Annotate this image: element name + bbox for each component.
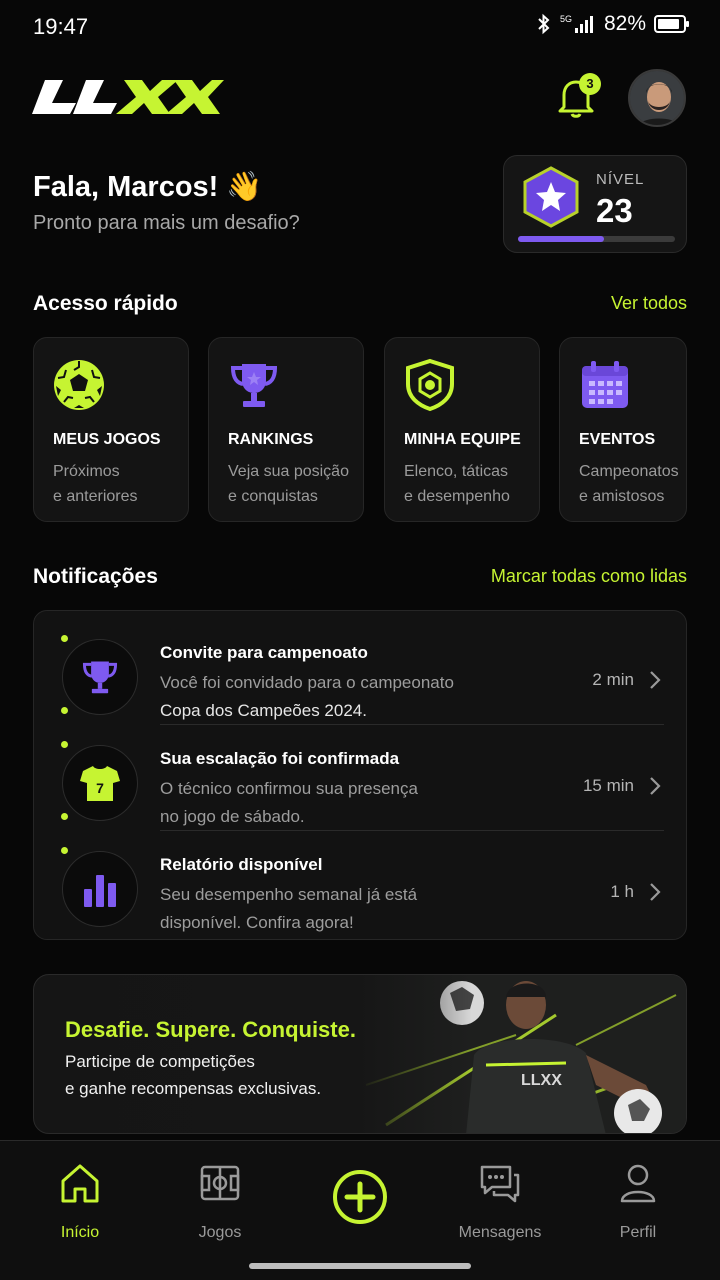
bottom-navigation: Início Jogos Mensagens Perfil xyxy=(0,1140,720,1280)
notification-title: Relatório disponível xyxy=(160,855,323,874)
level-progress-bar xyxy=(518,236,675,242)
battery-percent: 82% xyxy=(603,12,646,35)
unread-dot xyxy=(61,635,68,642)
signal-icon xyxy=(574,16,593,33)
status-time: 19:47 xyxy=(33,14,89,39)
quick-access-my-games[interactable]: MEUS JOGOS Próximos e anteriores xyxy=(33,337,189,522)
notification-item[interactable]: 7 Sua escalação foi confirmada O técnico… xyxy=(34,725,688,831)
notification-title: Convite para campenoato xyxy=(160,643,368,662)
nav-label: Jogos xyxy=(198,1224,242,1241)
nav-label: Início xyxy=(60,1224,100,1241)
unread-dot xyxy=(61,741,68,748)
shield-icon xyxy=(406,358,454,412)
add-circle-icon[interactable] xyxy=(332,1169,388,1225)
notification-text: Você foi convidado para o campeonato Cop… xyxy=(160,673,454,720)
notification-time: 1 h xyxy=(610,882,634,901)
quick-access-label: MINHA EQUIPE xyxy=(404,431,521,448)
greeting-title: Fala, Marcos! 👋 xyxy=(33,171,263,203)
status-icons: 5G 82% xyxy=(536,12,690,36)
notification-count-badge: 3 xyxy=(579,73,601,95)
trophy-icon xyxy=(82,661,118,694)
level-value: 23 xyxy=(596,192,633,229)
network-indicator: 5G xyxy=(560,14,596,34)
notifications-panel: Convite para campenoato Você foi convida… xyxy=(33,610,687,940)
quick-access-my-team[interactable]: MINHA EQUIPE Elenco, táticas e desempenh… xyxy=(384,337,540,522)
promo-title: Desafie. Supere. Conquiste. xyxy=(65,1017,356,1042)
calendar-icon xyxy=(582,361,628,408)
level-card[interactable]: NÍVEL 23 xyxy=(503,155,687,253)
quick-access-description: Elenco, táticas e desempenho xyxy=(404,463,510,505)
chat-icon xyxy=(480,1165,520,1203)
home-icon xyxy=(61,1164,99,1203)
field-icon xyxy=(200,1165,240,1201)
promo-subtitle: Participe de competições e ganhe recompe… xyxy=(65,1052,322,1098)
notification-time: 15 min xyxy=(582,776,634,795)
bar-chart-icon xyxy=(84,875,116,907)
soccer-ball-icon xyxy=(54,360,104,410)
battery-icon xyxy=(654,15,689,33)
notification-text: O técnico confirmou sua presença no jogo… xyxy=(160,779,418,826)
nav-label: Perfil xyxy=(619,1224,657,1241)
quick-access-label: MEUS JOGOS xyxy=(53,431,161,448)
svg-text:7: 7 xyxy=(96,780,104,796)
notification-icon-wrap xyxy=(62,639,138,715)
promo-banner[interactable]: LLXX Desafie. Supere. Conquiste. Partici… xyxy=(33,974,687,1134)
unread-dot xyxy=(61,707,68,714)
notifications-button[interactable]: 3 xyxy=(557,73,601,119)
quick-access-description: Campeonatos e amistosos xyxy=(579,463,679,505)
chevron-right-icon xyxy=(650,883,661,901)
quick-access-events[interactable]: EVENTOS Campeonatos e amistosos xyxy=(559,337,687,522)
level-progress-fill xyxy=(518,236,605,242)
quick-access-title: Acesso rápido xyxy=(33,292,178,315)
star-badge-icon xyxy=(523,166,579,228)
chevron-right-icon xyxy=(650,777,661,795)
chevron-right-icon xyxy=(650,671,661,689)
trophy-icon xyxy=(230,364,278,407)
notification-text: Seu desempenho semanal já está disponíve… xyxy=(160,885,418,932)
quick-access-rankings[interactable]: RANKINGS Veja sua posição e conquistas xyxy=(208,337,364,522)
user-avatar[interactable] xyxy=(628,69,686,127)
user-icon xyxy=(620,1164,656,1203)
nav-profile[interactable]: Perfil xyxy=(578,1161,698,1242)
unread-dot xyxy=(61,813,68,820)
nav-games[interactable]: Jogos xyxy=(160,1161,280,1242)
player-illustration: LLXX xyxy=(356,975,686,1133)
see-all-link[interactable]: Ver todos xyxy=(611,293,687,314)
notification-item[interactable]: Relatório disponível Seu desempenho sema… xyxy=(34,831,688,937)
quick-access-description: Veja sua posição e conquistas xyxy=(228,463,349,505)
level-label: NÍVEL xyxy=(596,171,645,188)
quick-access-description: Próximos e anteriores xyxy=(53,463,138,505)
bluetooth-icon xyxy=(538,13,550,35)
home-indicator xyxy=(249,1263,471,1269)
notifications-title: Notificações xyxy=(33,565,158,588)
greeting-subtitle: Pronto para mais um desafio? xyxy=(33,212,300,234)
jersey-icon: 7 xyxy=(80,766,120,801)
nav-label: Mensagens xyxy=(458,1224,542,1241)
app-logo xyxy=(32,78,224,121)
notification-icon-wrap: 7 xyxy=(62,745,138,821)
unread-dot xyxy=(61,847,68,854)
notification-item[interactable]: Convite para campenoato Você foi convida… xyxy=(34,619,688,725)
nav-messages[interactable]: Mensagens xyxy=(440,1161,560,1242)
mark-all-read-link[interactable]: Marcar todas como lidas xyxy=(491,566,687,587)
nav-home[interactable]: Início xyxy=(20,1161,140,1242)
notification-icon-wrap xyxy=(62,851,138,927)
notification-time: 2 min xyxy=(592,670,634,689)
notification-title: Sua escalação foi confirmada xyxy=(160,749,400,768)
quick-access-label: RANKINGS xyxy=(228,431,314,448)
quick-access-label: EVENTOS xyxy=(579,431,656,448)
